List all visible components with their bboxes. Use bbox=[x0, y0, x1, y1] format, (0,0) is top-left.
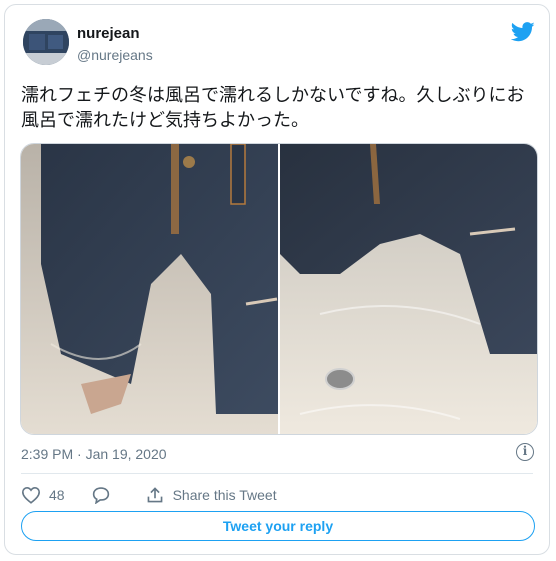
display-name[interactable]: nurejean bbox=[77, 25, 140, 42]
tweet-actions: 48 Share this Tweet bbox=[21, 483, 303, 507]
reply-button[interactable] bbox=[91, 486, 119, 504]
photo-jeans-bath-left[interactable] bbox=[21, 144, 278, 434]
user-handle[interactable]: @nurejeans bbox=[77, 47, 153, 63]
tweet-card: nurejean @nurejeans 濡れフェチの冬は風呂で濡れるしかないです… bbox=[4, 4, 550, 555]
tweet-text: 濡れフェチの冬は風呂で濡れるしかないですね。久しぶりにお風呂で濡れたけど気持ちよ… bbox=[21, 85, 525, 130]
tweet-timestamp[interactable]: 2:39 PM · Jan 19, 2020 bbox=[21, 446, 167, 462]
photo-jeans-bath-right[interactable] bbox=[280, 144, 537, 434]
tweet-your-reply-button[interactable]: Tweet your reply bbox=[21, 511, 535, 541]
like-count: 48 bbox=[49, 487, 65, 503]
share-icon bbox=[147, 487, 162, 503]
share-button[interactable]: Share this Tweet bbox=[145, 486, 277, 504]
like-button[interactable]: 48 bbox=[21, 486, 65, 504]
divider bbox=[21, 473, 533, 474]
share-label: Share this Tweet bbox=[172, 487, 277, 503]
reply-icon bbox=[92, 487, 109, 504]
info-icon[interactable]: i bbox=[516, 443, 534, 461]
avatar[interactable] bbox=[23, 19, 69, 65]
tweet-media[interactable] bbox=[20, 143, 538, 435]
twitter-bird-icon[interactable] bbox=[510, 21, 535, 43]
heart-icon bbox=[21, 486, 41, 504]
